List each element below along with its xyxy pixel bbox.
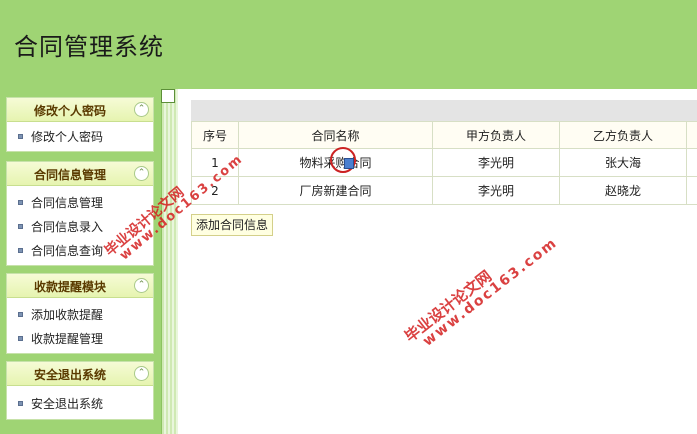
cursor-icon [344, 158, 354, 169]
cell-extra [686, 176, 697, 205]
panel-change-password: 修改个人密码 ⌃ 修改个人密码 [6, 97, 154, 152]
bullet-icon [18, 248, 23, 253]
panel-title: 合同信息管理 [33, 168, 106, 182]
panel-header[interactable]: 收款提醒模块 ⌃ [7, 274, 153, 298]
sidebar-item-label: 安全退出系统 [31, 397, 104, 411]
sidebar-item-label: 修改个人密码 [31, 130, 104, 144]
panel-title: 收款提醒模块 [33, 280, 106, 294]
splitter-toggle-handle[interactable] [161, 89, 175, 103]
bullet-icon [18, 401, 23, 406]
sidebar-item-manage-reminder[interactable]: 收款提醒管理 [7, 327, 153, 351]
cell-party-a: 李光明 [432, 176, 560, 205]
column-header-party-a: 甲方负责人 [432, 121, 560, 149]
table-row[interactable]: 1 物料采购合同 李光明 张大海 [191, 148, 697, 177]
panel-title: 修改个人密码 [33, 104, 106, 118]
panel-payment-reminder: 收款提醒模块 ⌃ 添加收款提醒 收款提醒管理 [6, 273, 154, 354]
sidebar-item-label: 添加收款提醒 [31, 308, 104, 322]
sidebar-item-change-password[interactable]: 修改个人密码 [7, 125, 153, 149]
contracts-table: 序号 合同名称 甲方负责人 乙方负责人 1 物料采购合同 李光明 张大海 2 厂… [191, 121, 697, 205]
table-row[interactable]: 2 厂房新建合同 李光明 赵晓龙 [191, 176, 697, 205]
collapse-icon[interactable]: ⌃ [134, 278, 149, 293]
column-header-extra [686, 121, 697, 149]
bullet-icon [18, 200, 23, 205]
collapse-icon[interactable]: ⌃ [134, 166, 149, 181]
sidebar-item-label: 合同信息录入 [31, 220, 104, 234]
sidebar-item-label: 合同信息管理 [31, 196, 104, 210]
collapse-icon[interactable]: ⌃ [134, 102, 149, 117]
bullet-icon [18, 336, 23, 341]
cell-party-b: 赵晓龙 [559, 176, 687, 205]
column-header-contract-name: 合同名称 [238, 121, 433, 149]
cell-party-b: 张大海 [559, 148, 687, 177]
bullet-icon [18, 224, 23, 229]
app-title: 合同管理系统 [14, 33, 164, 61]
panel-title: 安全退出系统 [33, 368, 106, 382]
panel-header[interactable]: 修改个人密码 ⌃ [7, 98, 153, 122]
column-header-party-b: 乙方负责人 [559, 121, 687, 149]
sidebar-item-add-reminder[interactable]: 添加收款提醒 [7, 303, 153, 327]
content-toolbar [191, 100, 697, 121]
column-header-index: 序号 [191, 121, 239, 149]
panel-header[interactable]: 安全退出系统 ⌃ [7, 362, 153, 386]
bullet-icon [18, 312, 23, 317]
sidebar-splitter[interactable] [161, 89, 178, 434]
sidebar-item-logout[interactable]: 安全退出系统 [7, 392, 153, 416]
table-header-row: 序号 合同名称 甲方负责人 乙方负责人 [191, 121, 697, 149]
panel-logout: 安全退出系统 ⌃ 安全退出系统 [6, 361, 154, 420]
sidebar-item-label: 收款提醒管理 [31, 332, 104, 346]
collapse-icon[interactable]: ⌃ [134, 366, 149, 381]
cell-extra [686, 148, 697, 177]
watermark-url: www.doc163.com [420, 234, 561, 350]
sidebar-item-label: 合同信息查询 [31, 244, 104, 258]
bullet-icon [18, 134, 23, 139]
cell-contract-name[interactable]: 厂房新建合同 [238, 176, 433, 205]
app-header: 合同管理系统 [0, 0, 697, 89]
sidebar-item-contract-manage[interactable]: 合同信息管理 [7, 191, 153, 215]
add-contract-button[interactable]: 添加合同信息 [191, 214, 274, 236]
panel-header[interactable]: 合同信息管理 ⌃ [7, 162, 153, 186]
cell-party-a: 李光明 [432, 148, 560, 177]
